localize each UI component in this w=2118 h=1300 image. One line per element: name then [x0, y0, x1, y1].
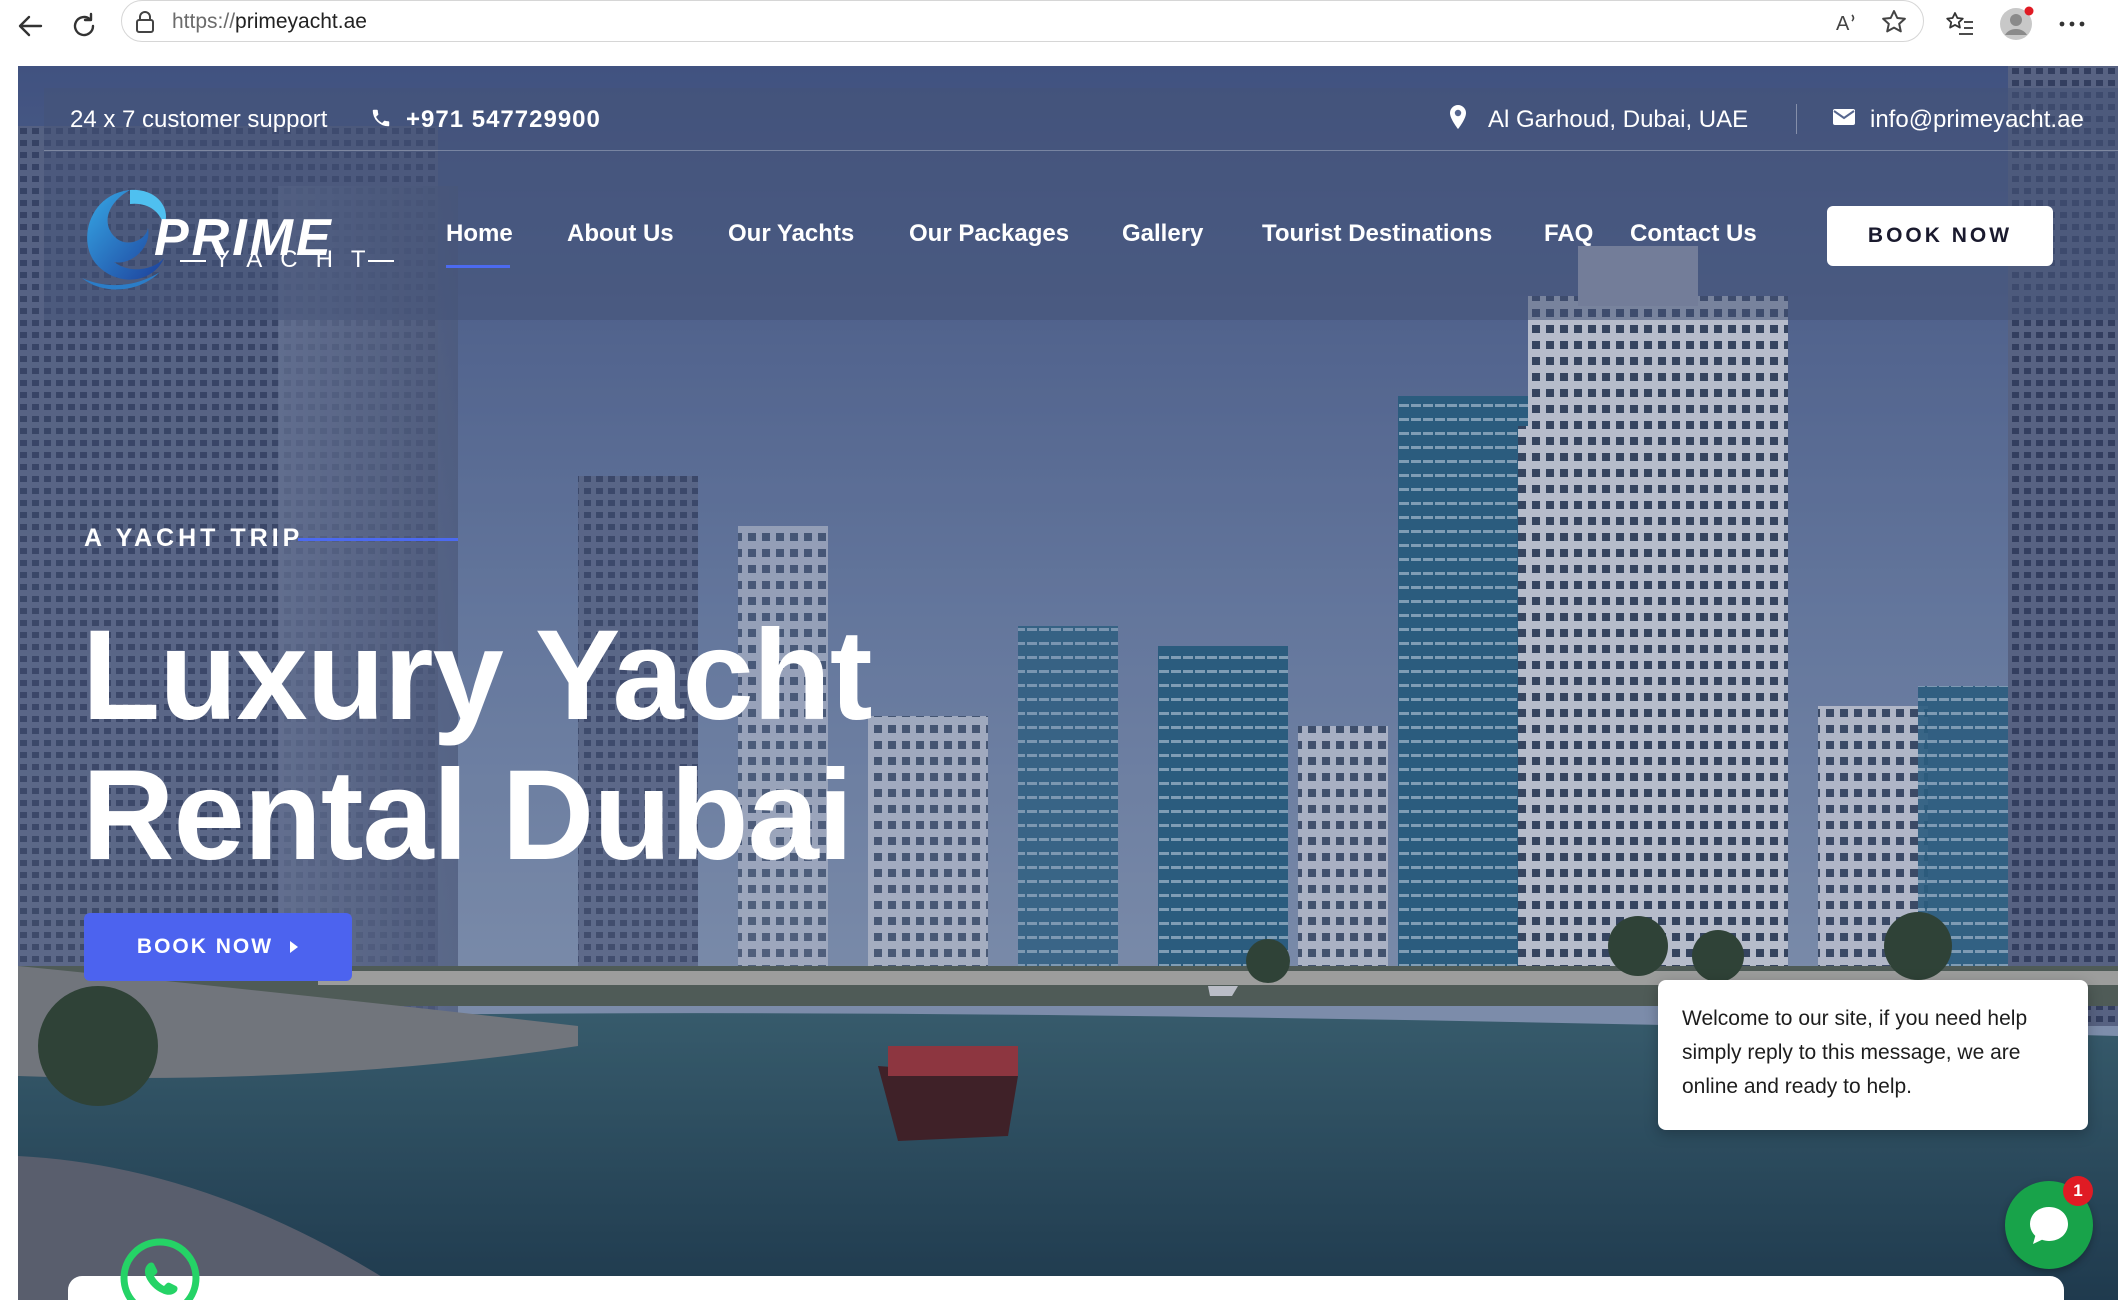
hero-title-line-2: Rental Dubai: [82, 744, 853, 887]
nav-home[interactable]: Home: [446, 220, 513, 248]
hero-book-now-label: BOOK NOW: [136, 935, 274, 958]
profile-avatar-icon[interactable]: [1996, 4, 2036, 44]
refresh-icon[interactable]: [62, 4, 106, 48]
header-book-now-button[interactable]: BOOK NOW: [1827, 206, 2053, 266]
svg-text:A: A: [1836, 13, 1850, 35]
site-logo[interactable]: PRIME YACHT: [68, 174, 398, 304]
support-text: 24 x 7 customer support: [70, 106, 328, 133]
url-text[interactable]: https://primeyacht.ae: [172, 10, 367, 34]
hero-book-now-button[interactable]: BOOK NOW: [84, 913, 352, 981]
location-text: Al Garhoud, Dubai, UAE: [1488, 106, 1749, 133]
top-info-bar: 24 x 7 customer support +971 547729900 A…: [44, 88, 2118, 151]
nav-gallery[interactable]: Gallery: [1122, 220, 1203, 248]
hero-eyebrow: A YACHT TRIP: [84, 524, 304, 552]
phone-icon: [370, 106, 392, 137]
email-link[interactable]: info@primeyacht.ae: [1870, 106, 2084, 134]
topbar-divider: [1796, 104, 1797, 134]
caret-right-icon: [290, 941, 299, 953]
nav-faq[interactable]: FAQ: [1544, 220, 1593, 248]
url-scheme: https://: [172, 10, 236, 33]
back-arrow-icon[interactable]: [8, 4, 52, 48]
logo-rule-left: [180, 260, 206, 262]
nav-our-yachts[interactable]: Our Yachts: [728, 220, 854, 248]
address-bar[interactable]: https://primeyacht.ae A: [121, 0, 1924, 42]
logo-rule-right: [368, 260, 394, 262]
hero-title-line-1: Luxury Yacht: [82, 604, 873, 747]
chat-unread-badge: 1: [2063, 1176, 2093, 1206]
location-pin-icon: [1448, 104, 1468, 137]
whatsapp-icon[interactable]: [118, 1236, 202, 1300]
url-host: primeyacht.ae: [235, 10, 367, 33]
envelope-icon: [1832, 106, 1856, 134]
favorite-star-icon[interactable]: [1879, 7, 1909, 37]
favorites-list-icon[interactable]: [1940, 4, 1980, 44]
browser-chrome: https://primeyacht.ae A: [0, 0, 2118, 58]
chat-welcome-message[interactable]: Welcome to our site, if you need help si…: [1658, 980, 2088, 1130]
page-viewport: 24 x 7 customer support +971 547729900 A…: [18, 66, 2118, 1300]
nav-active-indicator: [446, 265, 510, 268]
hero-title: Luxury Yacht Rental Dubai: [82, 606, 982, 886]
nav-contact-us[interactable]: Contact Us: [1630, 220, 1757, 248]
logo-subword: YACHT: [214, 246, 384, 273]
booking-card-top: [68, 1276, 2064, 1300]
hero-eyebrow-line: [298, 538, 458, 541]
nav-tourist-destinations[interactable]: Tourist Destinations: [1262, 220, 1492, 248]
nav-about-us[interactable]: About Us: [567, 220, 674, 248]
phone-link[interactable]: +971 547729900: [406, 106, 601, 134]
lock-icon[interactable]: [134, 10, 156, 39]
nav-our-packages[interactable]: Our Packages: [909, 220, 1069, 248]
more-menu-icon[interactable]: [2052, 4, 2092, 44]
chat-bubble-icon: [2030, 1207, 2068, 1244]
read-aloud-icon[interactable]: A: [1832, 7, 1862, 37]
